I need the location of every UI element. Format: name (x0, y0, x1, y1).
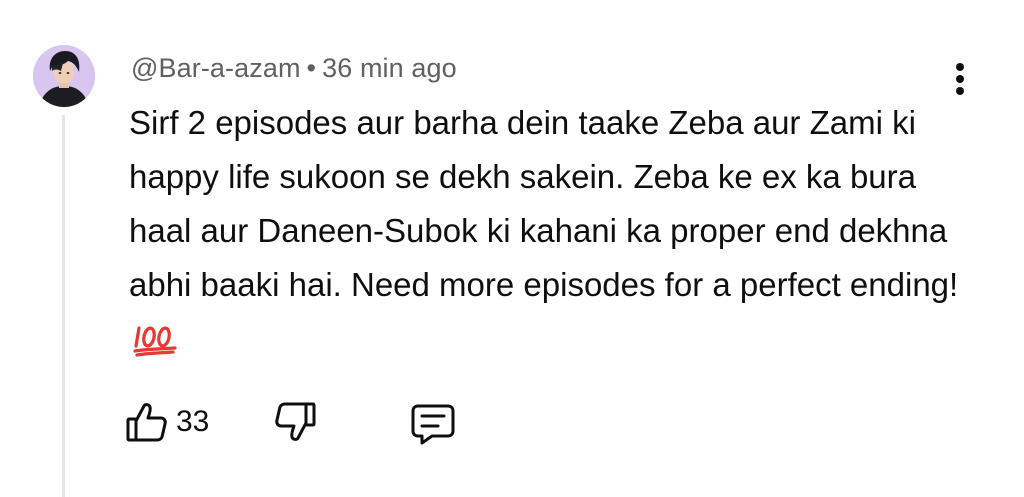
avatar[interactable] (33, 45, 95, 107)
user-avatar-icon (33, 45, 95, 107)
comment-text: Sirf 2 episodes aur barha dein taake Zeb… (129, 96, 969, 366)
reply-button[interactable] (410, 402, 456, 446)
comment-meta: @Bar-a-azam • 36 min ago (131, 53, 457, 84)
more-vertical-icon (956, 63, 964, 95)
like-count: 33 (176, 405, 210, 438)
more-options-button[interactable] (946, 60, 974, 100)
comment-author[interactable]: @Bar-a-azam (131, 53, 301, 83)
meta-separator: • (306, 53, 317, 83)
hundred-points-icon (133, 326, 177, 357)
comment-timestamp: 36 min ago (322, 53, 457, 83)
thumbs-up-icon (126, 403, 167, 442)
hundred-points-emoji (133, 320, 177, 357)
comment-body: Sirf 2 episodes aur barha dein taake Zeb… (129, 104, 959, 303)
comment-icon (411, 404, 455, 445)
dislike-button[interactable] (274, 400, 318, 444)
like-button[interactable]: 33 (124, 400, 209, 444)
thumbs-down-icon (275, 402, 316, 441)
comment-actions: 33 (0, 400, 1024, 450)
